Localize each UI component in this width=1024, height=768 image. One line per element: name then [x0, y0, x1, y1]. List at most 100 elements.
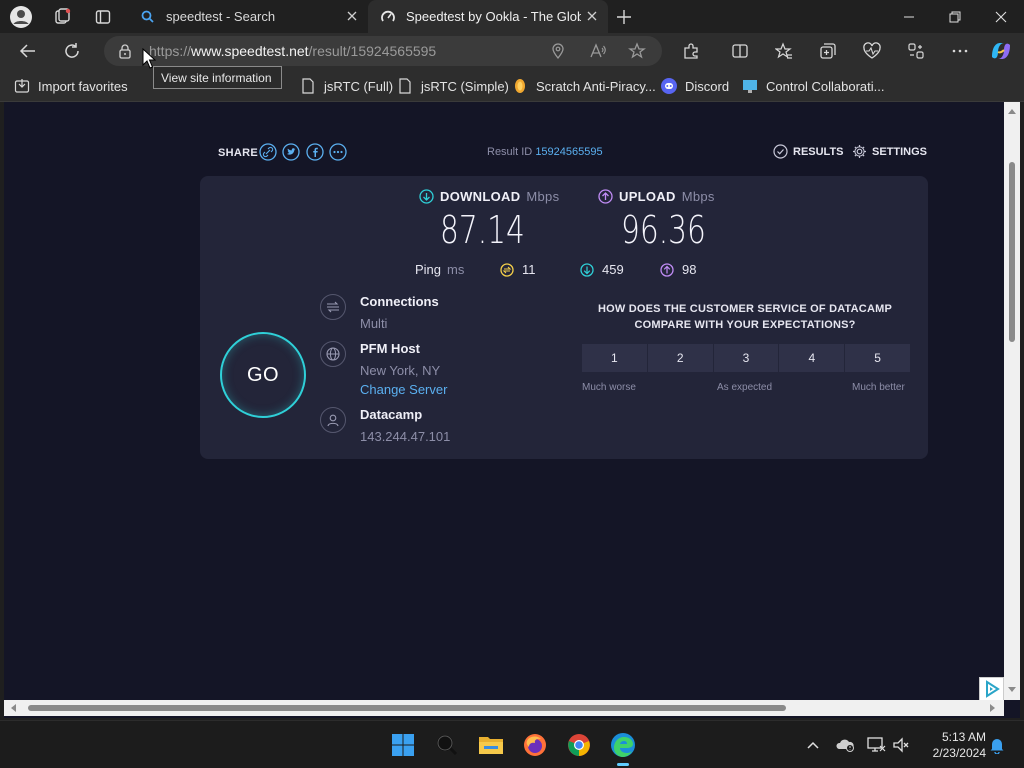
- vertical-scroll-thumb[interactable]: [1009, 162, 1015, 342]
- scratch-icon: [512, 78, 528, 94]
- search-icon[interactable]: [432, 730, 462, 760]
- ping-upload: 98: [660, 262, 696, 277]
- chrome-icon[interactable]: [564, 730, 594, 760]
- edge-icon[interactable]: [608, 730, 638, 766]
- lock-icon[interactable]: [117, 43, 133, 59]
- address-bar[interactable]: https://www.speedtest.net/result/1592456…: [104, 36, 662, 66]
- search-icon: [140, 9, 156, 25]
- start-icon[interactable]: [388, 730, 418, 760]
- result-card: DOWNLOAD Mbps 87.14 UPLOAD Mbps 96.36 Pi…: [200, 176, 928, 459]
- chevron-up-icon[interactable]: [803, 735, 823, 755]
- monitor-icon: [742, 78, 758, 94]
- connections-label: Connections: [360, 294, 439, 309]
- twitter-icon[interactable]: [282, 143, 300, 161]
- facebook-icon[interactable]: [306, 143, 324, 161]
- minimize-icon[interactable]: [886, 0, 932, 33]
- isp-ip: 143.244.47.101: [360, 429, 451, 444]
- adchoices-icon[interactable]: [979, 677, 1004, 701]
- favorites-icon[interactable]: [769, 37, 799, 65]
- horizontal-scrollbar[interactable]: [4, 700, 1004, 716]
- system-clock[interactable]: 5:13 AM 2/23/2024: [916, 729, 986, 761]
- split-screen-icon[interactable]: [725, 37, 755, 65]
- network-icon[interactable]: [866, 735, 886, 755]
- more-menu-icon[interactable]: [945, 37, 975, 65]
- survey-option-4[interactable]: 4: [779, 344, 846, 372]
- workspaces-icon[interactable]: [49, 4, 75, 30]
- tab-actions-icon[interactable]: [90, 4, 116, 30]
- survey-option-5[interactable]: 5: [845, 344, 910, 372]
- isp-label: Datacamp: [360, 407, 423, 422]
- profile-icon[interactable]: [8, 4, 34, 30]
- more-share-icon[interactable]: [329, 143, 347, 161]
- download-header: DOWNLOAD Mbps: [419, 189, 559, 204]
- read-aloud-icon[interactable]: [589, 42, 607, 60]
- vertical-scrollbar[interactable]: [1004, 102, 1020, 700]
- refresh-icon[interactable]: [57, 37, 87, 65]
- scale-mid-label: As expected: [717, 382, 773, 393]
- collections-icon[interactable]: [813, 37, 843, 65]
- browser-essentials-icon[interactable]: [857, 37, 887, 65]
- link-icon[interactable]: [259, 143, 277, 161]
- survey-scale: 1 2 3 4 5: [582, 344, 910, 372]
- favorite-discord[interactable]: Discord: [661, 76, 729, 96]
- discord-icon: [661, 78, 677, 94]
- tab-search[interactable]: speedtest - Search: [128, 0, 368, 33]
- close-tab-icon[interactable]: [344, 8, 360, 24]
- connections-value[interactable]: Multi: [360, 316, 387, 331]
- result-id-link[interactable]: 15924565595: [535, 146, 602, 158]
- scale-low-label: Much worse: [582, 382, 636, 393]
- firefox-icon[interactable]: [520, 730, 550, 760]
- favorite-control-collab[interactable]: Control Collaborati...: [742, 76, 885, 96]
- check-circle-icon: [773, 144, 788, 159]
- site-info-tooltip: View site information: [153, 66, 282, 89]
- tab-title: Speedtest by Ookla - The Global: [406, 9, 581, 24]
- location-icon[interactable]: [549, 42, 567, 60]
- title-bar: speedtest - Search Speedtest by Ookla - …: [0, 0, 1024, 33]
- change-server-link[interactable]: Change Server: [360, 382, 447, 397]
- speedtest-page: SHARE Result ID 15924565595 RESULTS SETT…: [4, 102, 1020, 718]
- favorite-jsrtc-full[interactable]: jsRTC (Full): [300, 76, 393, 96]
- results-link[interactable]: RESULTS: [773, 144, 844, 159]
- file-explorer-icon[interactable]: [476, 730, 506, 760]
- ookla-icon: [380, 9, 396, 25]
- download-arrow-icon: [419, 189, 434, 204]
- notification-bell-icon[interactable]: [987, 735, 1007, 755]
- extensions-icon[interactable]: [676, 37, 706, 65]
- volume-muted-icon[interactable]: [892, 735, 912, 755]
- tab-speedtest[interactable]: Speedtest by Ookla - The Global: [368, 0, 608, 33]
- page-icon: [397, 78, 413, 94]
- ping-idle-icon: [500, 262, 514, 277]
- performance-icon[interactable]: [901, 37, 931, 65]
- clock-date: 2/23/2024: [932, 746, 986, 760]
- download-arrow-icon: [580, 262, 594, 277]
- survey-option-3[interactable]: 3: [713, 344, 780, 372]
- scale-high-label: Much better: [852, 382, 905, 393]
- copilot-icon[interactable]: [986, 37, 1016, 65]
- favorite-import[interactable]: Import favorites: [14, 76, 128, 96]
- survey-option-1[interactable]: 1: [582, 344, 648, 372]
- favorite-star-icon[interactable]: [628, 42, 646, 60]
- new-tab-icon[interactable]: [611, 4, 637, 30]
- upload-header: UPLOAD Mbps: [598, 189, 715, 204]
- favorite-scratch[interactable]: Scratch Anti-Piracy...: [512, 76, 656, 96]
- onedrive-icon[interactable]: [835, 735, 855, 755]
- go-button[interactable]: GO: [220, 332, 306, 418]
- mouse-cursor-icon: [142, 48, 156, 70]
- upload-arrow-icon: [598, 189, 613, 204]
- settings-link[interactable]: SETTINGS: [852, 144, 927, 159]
- connections-icon: [320, 294, 346, 320]
- host-location: New York, NY: [360, 363, 441, 378]
- close-tab-icon[interactable]: [584, 8, 600, 24]
- survey-option-2[interactable]: 2: [647, 344, 714, 372]
- horizontal-scroll-thumb[interactable]: [28, 705, 786, 711]
- clock-time: 5:13 AM: [941, 730, 986, 744]
- upload-value: 96.36: [621, 208, 706, 252]
- url-text: https://www.speedtest.net/result/1592456…: [149, 43, 437, 59]
- restore-icon[interactable]: [932, 0, 978, 33]
- favorite-jsrtc-simple[interactable]: jsRTC (Simple): [397, 76, 509, 96]
- taskbar: 5:13 AM 2/23/2024: [0, 720, 1024, 768]
- back-icon[interactable]: [13, 37, 43, 65]
- close-window-icon[interactable]: [978, 0, 1024, 33]
- share-label: SHARE: [218, 147, 259, 159]
- result-id: Result ID 15924565595: [487, 146, 603, 158]
